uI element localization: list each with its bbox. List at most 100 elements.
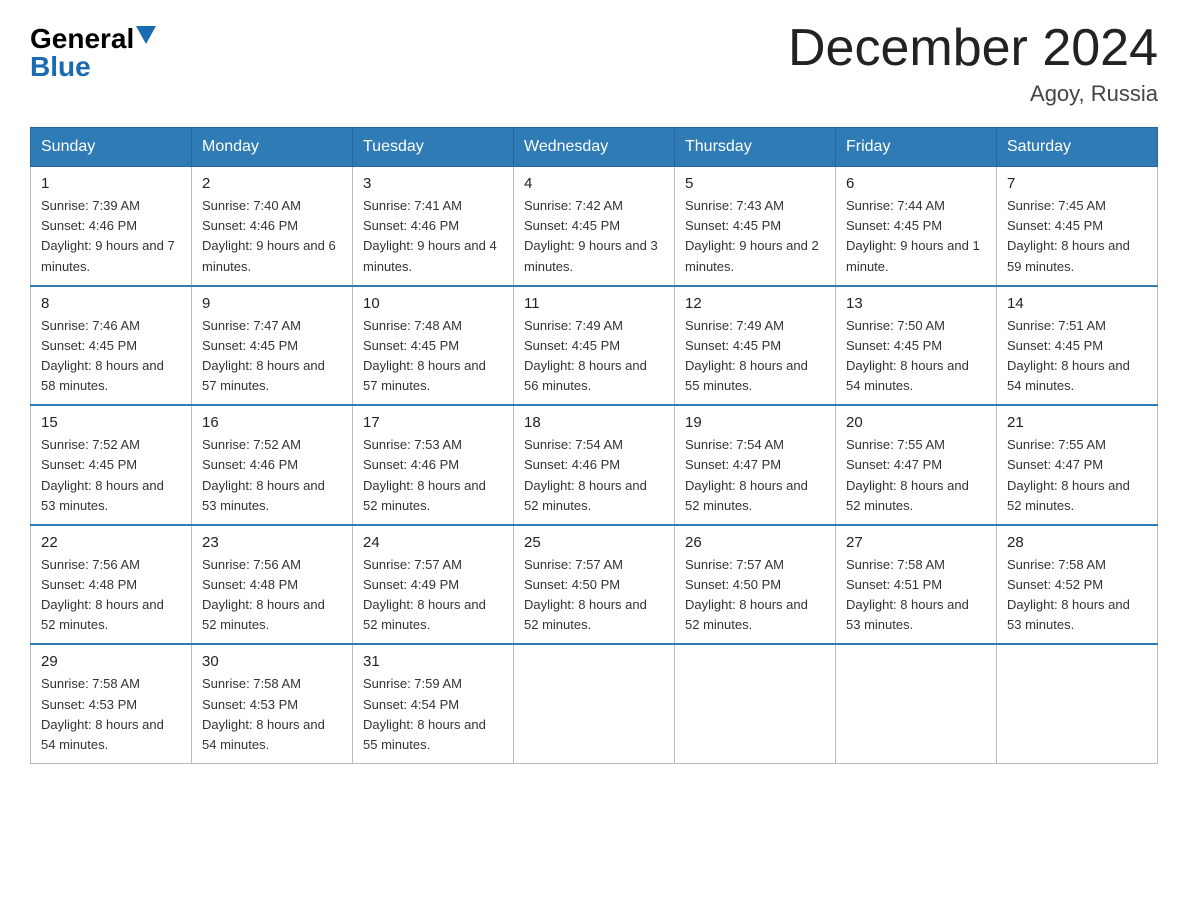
day-number: 14: [1007, 295, 1147, 312]
day-info: Sunrise: 7:49 AMSunset: 4:45 PMDaylight:…: [524, 316, 664, 397]
weekday-header-monday: Monday: [192, 128, 353, 167]
calendar-cell: 3Sunrise: 7:41 AMSunset: 4:46 PMDaylight…: [353, 167, 514, 286]
day-number: 4: [524, 175, 664, 192]
calendar-cell: 31 Sunrise: 7:59 AMSunset: 4:54 PMDayligh…: [353, 644, 514, 763]
calendar-cell: 16 Sunrise: 7:52 AMSunset: 4:46 PMDayligh…: [192, 405, 353, 525]
calendar-cell: 25 Sunrise: 7:57 AMSunset: 4:50 PMDayligh…: [514, 525, 675, 645]
calendar-week-row: 8Sunrise: 7:46 AMSunset: 4:45 PMDaylight…: [31, 286, 1158, 406]
day-info: Sunrise: 7:40 AMSunset: 4:46 PMDaylight:…: [202, 196, 342, 277]
calendar-cell: 28 Sunrise: 7:58 AMSunset: 4:52 PMDayligh…: [997, 525, 1158, 645]
calendar-cell: 10 Sunrise: 7:48 AMSunset: 4:45 PMDayligh…: [353, 286, 514, 406]
day-number: 20: [846, 414, 986, 431]
calendar-week-row: 22Sunrise: 7:56 AMSunset: 4:48 PMDayligh…: [31, 525, 1158, 645]
day-info: Sunrise: 7:46 AMSunset: 4:45 PMDaylight:…: [41, 316, 181, 397]
calendar-cell: 18 Sunrise: 7:54 AMSunset: 4:46 PMDayligh…: [514, 405, 675, 525]
calendar-cell: 2 Sunrise: 7:40 AMSunset: 4:46 PMDaylight…: [192, 167, 353, 286]
day-number: 18: [524, 414, 664, 431]
day-number: 16: [202, 414, 342, 431]
day-number: 15: [41, 414, 181, 431]
calendar-cell: 29 Sunrise: 7:58 AMSunset: 4:53 PMDayligh…: [31, 644, 192, 763]
day-info: Sunrise: 7:47 AMSunset: 4:45 PMDaylight:…: [202, 316, 342, 397]
day-number: 2: [202, 175, 342, 192]
day-number: 29: [41, 653, 181, 670]
calendar-cell: 23 Sunrise: 7:56 AMSunset: 4:48 PMDayligh…: [192, 525, 353, 645]
day-info: Sunrise: 7:53 AMSunset: 4:46 PMDaylight:…: [363, 435, 503, 516]
day-info: Sunrise: 7:52 AMSunset: 4:46 PMDaylight:…: [202, 435, 342, 516]
calendar-week-row: 29 Sunrise: 7:58 AMSunset: 4:53 PMDayligh…: [31, 644, 1158, 763]
calendar-cell: 24Sunrise: 7:57 AMSunset: 4:49 PMDayligh…: [353, 525, 514, 645]
calendar-week-row: 1 Sunrise: 7:39 AMSunset: 4:46 PMDaylight…: [31, 167, 1158, 286]
day-info: Sunrise: 7:57 AMSunset: 4:49 PMDaylight:…: [363, 555, 503, 636]
day-info: Sunrise: 7:57 AMSunset: 4:50 PMDaylight:…: [524, 555, 664, 636]
day-info: Sunrise: 7:49 AMSunset: 4:45 PMDaylight:…: [685, 316, 825, 397]
weekday-header-thursday: Thursday: [675, 128, 836, 167]
day-number: 10: [363, 295, 503, 312]
calendar-cell: 17Sunrise: 7:53 AMSunset: 4:46 PMDayligh…: [353, 405, 514, 525]
calendar-cell: 30Sunrise: 7:58 AMSunset: 4:53 PMDayligh…: [192, 644, 353, 763]
day-info: Sunrise: 7:41 AMSunset: 4:46 PMDaylight:…: [363, 196, 503, 277]
day-info: Sunrise: 7:54 AMSunset: 4:46 PMDaylight:…: [524, 435, 664, 516]
day-number: 27: [846, 534, 986, 551]
day-info: Sunrise: 7:58 AMSunset: 4:52 PMDaylight:…: [1007, 555, 1147, 636]
day-number: 28: [1007, 534, 1147, 551]
location: Agoy, Russia: [788, 81, 1158, 107]
logo-general: General: [30, 25, 134, 53]
calendar-cell: [836, 644, 997, 763]
day-info: Sunrise: 7:39 AMSunset: 4:46 PMDaylight:…: [41, 196, 181, 277]
day-info: Sunrise: 7:56 AMSunset: 4:48 PMDaylight:…: [202, 555, 342, 636]
day-info: Sunrise: 7:52 AMSunset: 4:45 PMDaylight:…: [41, 435, 181, 516]
day-number: 23: [202, 534, 342, 551]
calendar-cell: 8Sunrise: 7:46 AMSunset: 4:45 PMDaylight…: [31, 286, 192, 406]
day-number: 7: [1007, 175, 1147, 192]
calendar-cell: 6 Sunrise: 7:44 AMSunset: 4:45 PMDaylight…: [836, 167, 997, 286]
day-info: Sunrise: 7:44 AMSunset: 4:45 PMDaylight:…: [846, 196, 986, 277]
weekday-header-wednesday: Wednesday: [514, 128, 675, 167]
day-info: Sunrise: 7:43 AMSunset: 4:45 PMDaylight:…: [685, 196, 825, 277]
day-info: Sunrise: 7:58 AMSunset: 4:53 PMDaylight:…: [41, 674, 181, 755]
calendar-cell: 1 Sunrise: 7:39 AMSunset: 4:46 PMDaylight…: [31, 167, 192, 286]
day-number: 31: [363, 653, 503, 670]
calendar-cell: 22Sunrise: 7:56 AMSunset: 4:48 PMDayligh…: [31, 525, 192, 645]
calendar-table: SundayMondayTuesdayWednesdayThursdayFrid…: [30, 127, 1158, 764]
day-number: 1: [41, 175, 181, 192]
day-info: Sunrise: 7:55 AMSunset: 4:47 PMDaylight:…: [846, 435, 986, 516]
day-info: Sunrise: 7:56 AMSunset: 4:48 PMDaylight:…: [41, 555, 181, 636]
day-info: Sunrise: 7:55 AMSunset: 4:47 PMDaylight:…: [1007, 435, 1147, 516]
calendar-cell: 21 Sunrise: 7:55 AMSunset: 4:47 PMDayligh…: [997, 405, 1158, 525]
logo-triangle-icon: [136, 26, 156, 44]
day-number: 19: [685, 414, 825, 431]
day-number: 12: [685, 295, 825, 312]
calendar-cell: 14Sunrise: 7:51 AMSunset: 4:45 PMDayligh…: [997, 286, 1158, 406]
day-info: Sunrise: 7:54 AMSunset: 4:47 PMDaylight:…: [685, 435, 825, 516]
calendar-cell: 5 Sunrise: 7:43 AMSunset: 4:45 PMDaylight…: [675, 167, 836, 286]
calendar-cell: 12 Sunrise: 7:49 AMSunset: 4:45 PMDayligh…: [675, 286, 836, 406]
logo-blue: Blue: [30, 51, 91, 82]
calendar-cell: 7 Sunrise: 7:45 AMSunset: 4:45 PMDaylight…: [997, 167, 1158, 286]
day-info: Sunrise: 7:59 AMSunset: 4:54 PMDaylight:…: [363, 674, 503, 755]
day-info: Sunrise: 7:58 AMSunset: 4:51 PMDaylight:…: [846, 555, 986, 636]
page-header: General Blue December 2024 Agoy, Russia: [30, 20, 1158, 107]
day-number: 6: [846, 175, 986, 192]
calendar-cell: 13 Sunrise: 7:50 AMSunset: 4:45 PMDayligh…: [836, 286, 997, 406]
day-info: Sunrise: 7:57 AMSunset: 4:50 PMDaylight:…: [685, 555, 825, 636]
day-info: Sunrise: 7:45 AMSunset: 4:45 PMDaylight:…: [1007, 196, 1147, 277]
day-number: 9: [202, 295, 342, 312]
day-info: Sunrise: 7:50 AMSunset: 4:45 PMDaylight:…: [846, 316, 986, 397]
day-number: 26: [685, 534, 825, 551]
calendar-cell: 11Sunrise: 7:49 AMSunset: 4:45 PMDayligh…: [514, 286, 675, 406]
calendar-cell: 26 Sunrise: 7:57 AMSunset: 4:50 PMDayligh…: [675, 525, 836, 645]
day-info: Sunrise: 7:48 AMSunset: 4:45 PMDaylight:…: [363, 316, 503, 397]
day-number: 21: [1007, 414, 1147, 431]
weekday-header-sunday: Sunday: [31, 128, 192, 167]
day-number: 13: [846, 295, 986, 312]
day-number: 30: [202, 653, 342, 670]
month-title: December 2024: [788, 20, 1158, 77]
calendar-cell: 9 Sunrise: 7:47 AMSunset: 4:45 PMDaylight…: [192, 286, 353, 406]
calendar-cell: 20 Sunrise: 7:55 AMSunset: 4:47 PMDayligh…: [836, 405, 997, 525]
weekday-header-saturday: Saturday: [997, 128, 1158, 167]
calendar-week-row: 15 Sunrise: 7:52 AMSunset: 4:45 PMDayligh…: [31, 405, 1158, 525]
day-number: 5: [685, 175, 825, 192]
calendar-cell: [997, 644, 1158, 763]
day-number: 25: [524, 534, 664, 551]
calendar-cell: 27 Sunrise: 7:58 AMSunset: 4:51 PMDayligh…: [836, 525, 997, 645]
